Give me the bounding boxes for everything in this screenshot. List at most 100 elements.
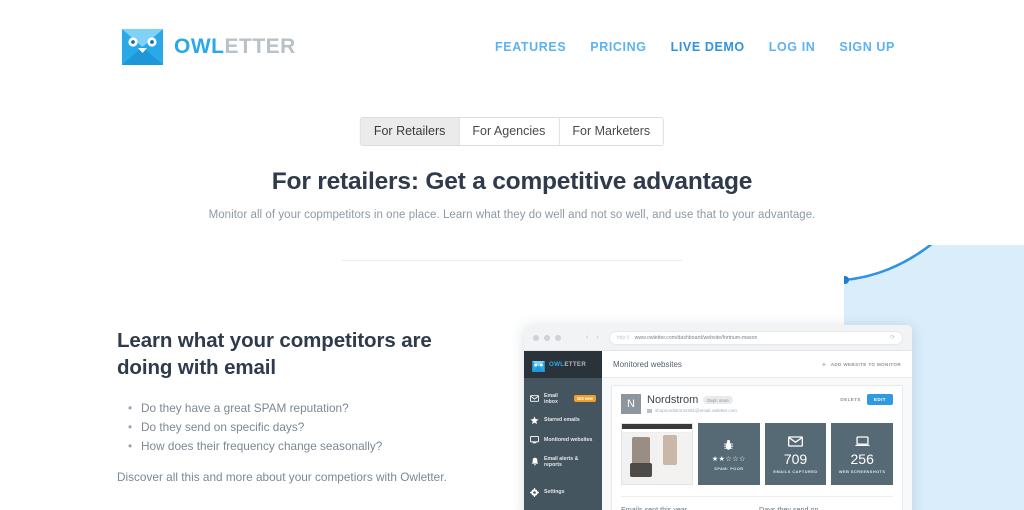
sidebar-item-label: Settings [544, 489, 565, 495]
dashboard-logo-primary: OWL [549, 361, 565, 368]
bell-icon [530, 457, 539, 466]
chart-title-emails-sent: Emails sent this year [621, 505, 688, 510]
reload-icon[interactable]: ⟳ [890, 334, 895, 341]
envelope-icon [647, 408, 652, 413]
page-title: For retailers: Get a competitive advanta… [271, 168, 753, 195]
logo-text-primary: OWL [174, 35, 225, 58]
stat-label: SPAM: POOR [714, 466, 744, 471]
landing-page: OWLETTER FEATURES PRICING LIVE DEMO LOG … [0, 0, 1024, 510]
website-actions: DELETE EDIT [840, 394, 893, 405]
url-text: www.owletter.com/dashboard/website/fortn… [634, 334, 758, 341]
tab-for-agencies[interactable]: For Agencies [459, 118, 560, 145]
website-detail-card: N Nordstrom Dept. store shopnordstrom228… [611, 385, 903, 510]
site-header: OWLETTER FEATURES PRICING LIVE DEMO LOG … [0, 0, 1024, 95]
dashboard-title: Monitored websites [613, 359, 682, 369]
website-email: shopnordstrom2281@email.owletter.com [655, 408, 737, 413]
website-name: Nordstrom [647, 394, 699, 406]
stat-value: 709 [783, 451, 808, 467]
sidebar-item-label: Starred emails [544, 417, 580, 423]
plus-icon: + [821, 359, 827, 369]
tab-for-marketers[interactable]: For Marketers [559, 118, 664, 145]
owl-envelope-icon [532, 359, 545, 372]
bug-icon [723, 437, 734, 452]
nav-link-log-in[interactable]: LOG IN [769, 40, 816, 54]
stat-value: 256 [850, 451, 874, 467]
website-name-row: Nordstrom Dept. store [647, 394, 834, 406]
stat-label: EMAILS CAPTURED [773, 469, 818, 474]
list-item: Do they send on specific days? [128, 418, 477, 437]
thumbnail-column [657, 433, 692, 484]
thumbnail-figure [663, 435, 677, 465]
dashboard-logo[interactable]: OWLETTER [524, 351, 602, 378]
website-header-row: N Nordstrom Dept. store shopnordstrom228… [621, 394, 893, 414]
back-forward-arrows-icon[interactable]: ‹ › [586, 334, 602, 341]
chart-title-send-days: Days they send on [759, 505, 819, 510]
sidebar-item-label: Email inbox [544, 392, 558, 405]
envelope-icon [530, 394, 539, 403]
audience-tab-group: For Retailers For Agencies For Marketers [359, 117, 665, 146]
category-badge: Dept. store [703, 395, 733, 405]
close-dot-icon [533, 334, 539, 341]
url-scheme-label: http:// [616, 334, 630, 341]
nav-link-live-demo[interactable]: LIVE DEMO [671, 40, 745, 54]
dashboard-screenshot-mockup: ‹ › http:// www.owletter.com/dashboard/w… [524, 325, 912, 510]
dashboard-nav: Email inbox 153 new Starred emails Monit… [524, 378, 602, 502]
tab-for-retailers[interactable]: For Retailers [360, 118, 460, 145]
list-item: Do they have a great SPAM reputation? [128, 399, 477, 418]
address-bar[interactable]: http:// www.owletter.com/dashboard/websi… [608, 330, 903, 345]
list-item: How does their frequency change seasonal… [128, 437, 477, 456]
website-info: Nordstrom Dept. store shopnordstrom2281@… [647, 394, 834, 413]
edit-button[interactable]: EDIT [866, 394, 893, 405]
delete-button[interactable]: DELETE [840, 397, 861, 402]
avatar: N [621, 394, 641, 414]
stat-card-spam: ★★☆☆☆ SPAM: POOR [698, 423, 760, 485]
status-badge: 153 new [573, 394, 596, 403]
add-website-label: ADD WEBSITE TO MONITOR [830, 361, 901, 367]
feature-bullet-list: Do they have a great SPAM reputation? Do… [117, 399, 477, 456]
spam-rating-stars: ★★☆☆☆ [711, 456, 746, 463]
feature-footer-text: Discover all this and more about your co… [117, 470, 447, 485]
monitor-icon [530, 436, 539, 445]
envelope-icon [788, 434, 803, 449]
add-website-button[interactable]: + ADD WEBSITE TO MONITOR [822, 360, 901, 369]
nav-link-sign-up[interactable]: SIGN UP [839, 40, 895, 54]
chart-section-headers: Emails sent this year Days they send on [621, 496, 893, 510]
gear-icon [530, 487, 539, 497]
dashboard-logo-secondary: ETTER [564, 361, 587, 368]
sidebar-item-label: Monitored websites [544, 437, 593, 443]
section-divider [342, 260, 682, 261]
website-email-row: shopnordstrom2281@email.owletter.com [647, 408, 834, 413]
owl-envelope-icon [122, 29, 163, 65]
sidebar-item-monitored-websites[interactable]: Monitored websites [524, 430, 602, 450]
dashboard-sidebar: OWLETTER Email inbox 153 new Starred ema… [524, 351, 602, 510]
laptop-icon [855, 434, 870, 449]
sidebar-item-label: Email alerts & reports [544, 455, 579, 468]
sidebar-item-starred-emails[interactable]: Starred emails [524, 410, 602, 430]
thumbnail-column [622, 433, 657, 484]
sidebar-item-email-inbox[interactable]: Email inbox 153 new [524, 387, 602, 410]
logo[interactable]: OWLETTER [122, 29, 296, 65]
feature-title: Learn what your competitors are doing wi… [117, 329, 432, 380]
maximize-dot-icon [555, 334, 561, 341]
sidebar-item-email-alerts-reports[interactable]: Email alerts & reports [524, 450, 602, 473]
logo-text: OWLETTER [174, 35, 296, 59]
dashboard-logo-text: OWLETTER [549, 361, 586, 368]
hero-subtitle: Monitor all of your copmpetitors in one … [208, 209, 816, 221]
website-screenshot-thumbnail[interactable] [621, 423, 693, 485]
logo-text-secondary: ETTER [224, 35, 296, 58]
nav-link-features[interactable]: FEATURES [495, 40, 566, 54]
stat-card-emails-captured: 709 EMAILS CAPTURED [764, 423, 827, 485]
hero-section: For retailers: Get a competitive advanta… [0, 168, 1024, 221]
dashboard-main: Monitored websites + ADD WEBSITE TO MONI… [602, 351, 912, 510]
thumbnail-content [622, 433, 692, 484]
minimize-dot-icon [544, 334, 550, 341]
stat-card-web-screenshots: 256 WEB SCREENSHOTS [831, 423, 894, 485]
window-controls [533, 334, 561, 341]
feature-section: Learn what your competitors are doing wi… [117, 327, 477, 484]
dashboard-topbar: Monitored websites + ADD WEBSITE TO MONI… [602, 351, 912, 378]
stat-label: WEB SCREENSHOTS [838, 469, 886, 474]
thumbnail-figure-shadow [630, 463, 652, 477]
stats-row: ★★☆☆☆ SPAM: POOR 709 EMAILS CAPTURED 256… [621, 423, 894, 485]
nav-link-pricing[interactable]: PRICING [590, 40, 646, 54]
sidebar-item-settings[interactable]: Settings [524, 482, 602, 502]
